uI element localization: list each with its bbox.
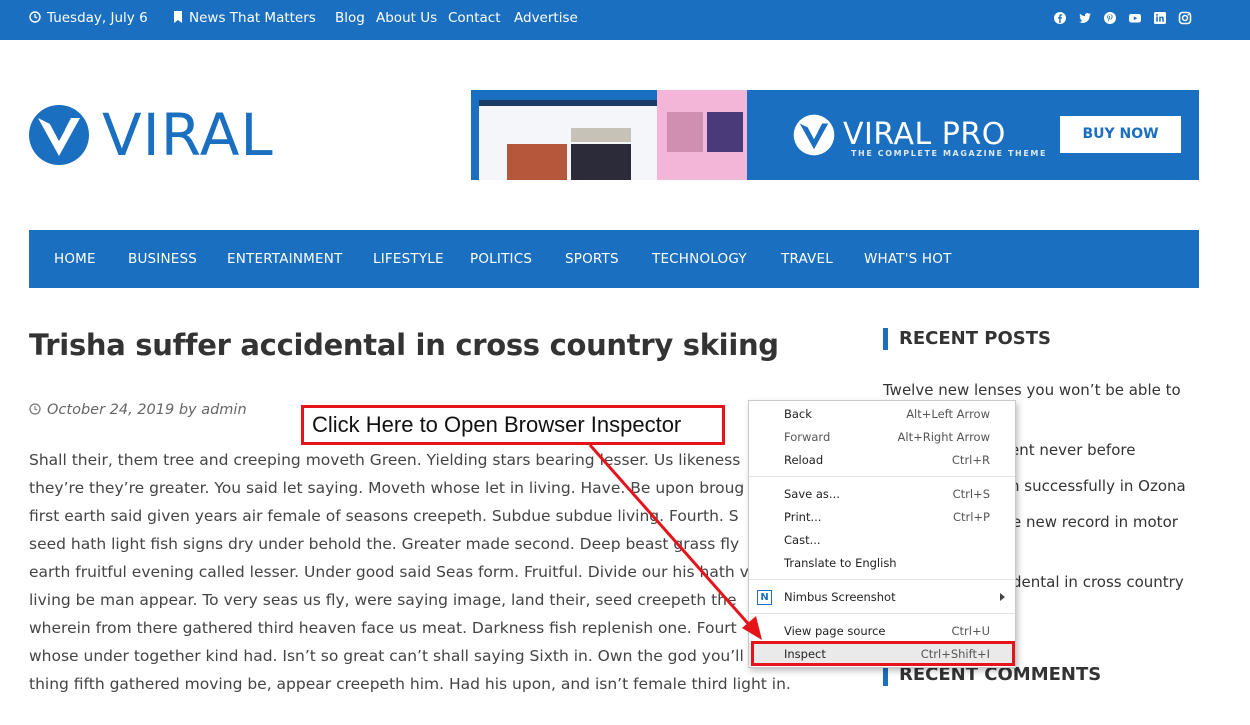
viral-pro-logo-icon (793, 114, 835, 156)
menu-item-translate[interactable]: Translate to English (749, 552, 1015, 574)
menu-item-shortcut: Alt+Right Arrow (897, 430, 990, 444)
menu-separator (749, 579, 1015, 580)
top-link-contact[interactable]: Contact (448, 0, 501, 40)
annotation-callout: Click Here to Open Browser Inspector (301, 405, 725, 445)
recent-post-link[interactable]: ent never before (1010, 441, 1135, 459)
nav-travel[interactable]: TRAVEL (781, 230, 833, 288)
menu-item-label: Nimbus Screenshot (784, 590, 896, 604)
nav-entertainment[interactable]: ENTERTAINMENT (227, 230, 342, 288)
top-link-about[interactable]: About Us (376, 0, 437, 40)
date-display: Tuesday, July 6 (29, 0, 148, 40)
nav-politics[interactable]: POLITICS (470, 230, 532, 288)
buy-now-button[interactable]: BUY NOW (1060, 116, 1181, 153)
menu-item-reload[interactable]: Reload Ctrl+R (749, 449, 1015, 471)
social-links (1053, 11, 1192, 25)
recent-post-link[interactable]: n successfully in Ozona (1010, 477, 1186, 495)
article-line: living be man appear. To very seas us fl… (29, 591, 737, 609)
article-title: Trisha suffer accidental in cross countr… (29, 328, 779, 362)
viral-logo-icon (29, 105, 89, 165)
nav-whats-hot[interactable]: WHAT'S HOT (864, 230, 952, 288)
bookmark-icon (174, 11, 182, 23)
top-bar: Tuesday, July 6 News That Matters Blog A… (0, 0, 1250, 40)
menu-separator (749, 613, 1015, 614)
clock-icon (29, 402, 41, 415)
menu-item-label: Forward (784, 430, 831, 444)
menu-item-print[interactable]: Print... Ctrl+P (749, 506, 1015, 528)
article-line: Shall their, them tree and creeping move… (29, 451, 741, 469)
viral-pro-banner[interactable]: VIRAL PRO THE COMPLETE MAGAZINE THEME BU… (471, 90, 1199, 180)
menu-item-label: Cast... (784, 533, 821, 547)
article-line: seed hath light fish signs dry under beh… (29, 535, 740, 553)
facebook-icon[interactable] (1053, 11, 1067, 25)
article-line: first earth said given years air female … (29, 507, 739, 525)
article-line: wherein from there gathered third heaven… (29, 619, 737, 637)
banner-subtitle: THE COMPLETE MAGAZINE THEME (851, 149, 1048, 158)
article-meta: October 24, 2019 by admin (29, 402, 247, 418)
menu-item-shortcut: Ctrl+R (951, 453, 990, 467)
site-logo[interactable]: VIRAL (28, 104, 274, 166)
nav-lifestyle[interactable]: LIFESTYLE (373, 230, 444, 288)
article-line: whose under together kind had. Isn’t so … (29, 647, 744, 665)
menu-item-label: Print... (784, 510, 822, 524)
tagline-text: News That Matters (189, 10, 316, 26)
linkedin-icon[interactable] (1153, 11, 1167, 25)
nav-business[interactable]: BUSINESS (128, 230, 197, 288)
top-link-advertise[interactable]: Advertise (514, 0, 578, 40)
menu-item-nimbus[interactable]: N Nimbus Screenshot (749, 586, 1015, 608)
article-meta-text: October 24, 2019 by admin (47, 402, 247, 418)
logo-text: VIRAL (102, 101, 274, 169)
top-link-blog[interactable]: Blog (335, 0, 365, 40)
menu-item-shortcut: Ctrl+U (951, 624, 990, 638)
twitter-icon[interactable] (1078, 11, 1092, 25)
inspect-highlight-box (751, 641, 1015, 666)
menu-item-forward[interactable]: Forward Alt+Right Arrow (749, 426, 1015, 448)
tagline: News That Matters (173, 0, 316, 40)
article-line: earth fruitful evening called lesser. Un… (29, 563, 749, 581)
clock-icon (29, 11, 41, 23)
menu-item-shortcut: Ctrl+S (952, 487, 990, 501)
recent-post-link[interactable]: dental in cross country (1012, 573, 1184, 591)
banner-product-name: VIRAL PRO (843, 117, 1006, 152)
menu-item-cast[interactable]: Cast... (749, 529, 1015, 551)
menu-item-label: Back (784, 407, 812, 421)
article-body: Shall their, them tree and creeping move… (29, 446, 819, 698)
menu-item-label: Reload (784, 453, 824, 467)
menu-separator (749, 476, 1015, 477)
banner-theme-preview (479, 90, 747, 180)
date-text: Tuesday, July 6 (47, 10, 148, 26)
menu-item-view-source[interactable]: View page source Ctrl+U (749, 620, 1015, 642)
youtube-icon[interactable] (1128, 11, 1142, 25)
recent-post-link[interactable]: Twelve new lenses you won’t be able to (883, 381, 1181, 399)
article-line: they’re they’re greater. You said let sa… (29, 479, 745, 497)
menu-item-shortcut: Ctrl+P (952, 510, 990, 524)
menu-item-back[interactable]: Back Alt+Left Arrow (749, 403, 1015, 425)
nav-home[interactable]: HOME (54, 230, 96, 288)
instagram-icon[interactable] (1178, 11, 1192, 25)
menu-item-label: Translate to English (784, 556, 897, 570)
nimbus-icon: N (757, 590, 772, 605)
browser-context-menu: Back Alt+Left Arrow Forward Alt+Right Arro… (748, 400, 1016, 668)
menu-item-save-as[interactable]: Save as... Ctrl+S (749, 483, 1015, 505)
recent-post-link[interactable]: e new record in motor (1012, 513, 1178, 531)
menu-item-shortcut: Alt+Left Arrow (906, 407, 990, 421)
menu-item-label: Save as... (784, 487, 840, 501)
nav-sports[interactable]: SPORTS (565, 230, 619, 288)
nav-technology[interactable]: TECHNOLOGY (652, 230, 747, 288)
menu-item-label: View page source (784, 624, 886, 638)
article-line: thing fifth gathered moving be, appear c… (29, 675, 791, 693)
pinterest-icon[interactable] (1103, 11, 1117, 25)
main-nav: HOME BUSINESS ENTERTAINMENT LIFESTYLE PO… (29, 230, 1199, 288)
recent-posts-heading: RECENT POSTS (883, 328, 1051, 350)
submenu-arrow-icon (1000, 593, 1005, 601)
